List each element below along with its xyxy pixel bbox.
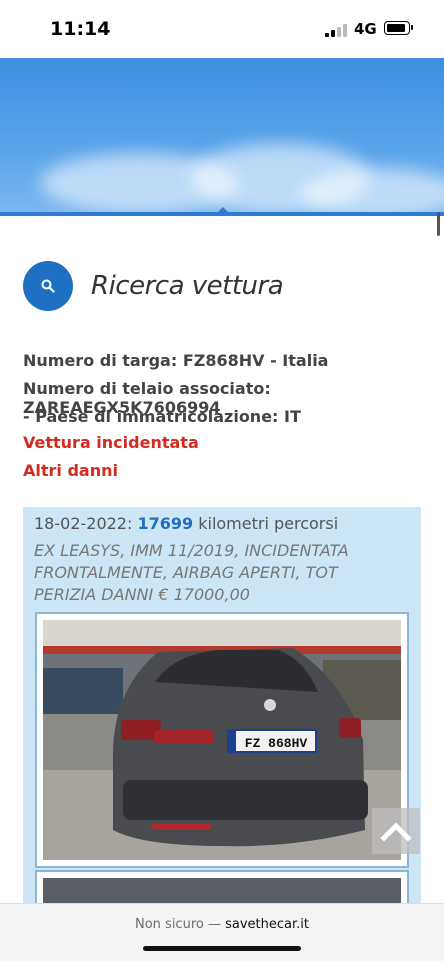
panel-notch [216, 207, 230, 214]
scroll-to-top-button[interactable] [372, 808, 420, 854]
damage-photo[interactable]: FZ 868HV [35, 612, 409, 868]
license-plate: FZ 868HV [245, 736, 308, 751]
header-banner [0, 58, 444, 218]
record-description: EX LEASYS, IMM 11/2019, INCIDENTATA FRON… [34, 541, 349, 604]
url-display[interactable]: Non sicuro — savethecar.it [0, 917, 444, 932]
not-secure-label: Non sicuro — [135, 917, 221, 932]
record-km: 17699 [137, 514, 194, 533]
network-type: 4G [354, 20, 377, 38]
car-photo: FZ 868HV [43, 620, 401, 860]
home-indicator[interactable] [143, 946, 301, 951]
record-date-line: 18-02-2022: 17699 kilometri percorsi [34, 514, 338, 533]
domain-label: savethecar.it [225, 917, 309, 932]
alert-accident: Vettura incidentata [23, 433, 199, 452]
record-date: 18-02-2022 [34, 514, 127, 533]
scrollbar[interactable] [437, 212, 440, 236]
search-button[interactable] [23, 261, 73, 311]
country-info: - Paese di immatricolazione: IT [23, 407, 301, 426]
signal-icon [325, 23, 347, 37]
chevron-up-icon [380, 822, 412, 842]
record-km-label: kilometri percorsi [198, 514, 339, 533]
status-bar: 11:14 4G [0, 0, 444, 58]
page-title: Ricerca vettura [91, 271, 284, 301]
alert-other-damage: Altri danni [23, 461, 118, 480]
battery-icon [384, 21, 413, 35]
status-time: 11:14 [50, 18, 111, 40]
browser-address-bar[interactable]: Non sicuro — savethecar.it [0, 903, 444, 961]
record-separator: : [126, 514, 133, 533]
plate-info: Numero di targa: FZ868HV - Italia [23, 351, 329, 370]
car-photo-illustration: FZ 868HV [43, 620, 401, 860]
history-record: 18-02-2022: 17699 kilometri percorsi EX … [23, 507, 421, 912]
search-icon [41, 279, 55, 293]
